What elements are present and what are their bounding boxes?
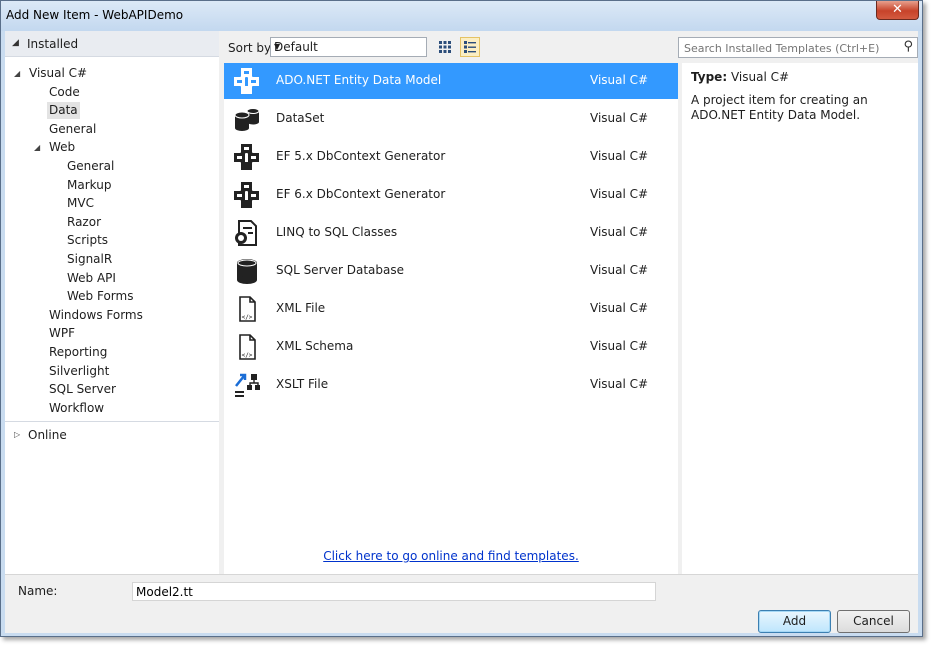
template-name: SQL Server Database <box>276 263 404 277</box>
template-row[interactable]: </> XML File Visual C# <box>224 291 678 327</box>
dialog-client-area: ◢ Installed ◢ Visual C# Code Data General ◢ We… <box>5 31 918 633</box>
search-input[interactable] <box>682 39 891 58</box>
dbcontext-generator-icon <box>233 181 261 209</box>
expand-arrow-icon[interactable]: ◢ <box>14 69 20 78</box>
template-row[interactable]: XSLT File Visual C# <box>224 367 678 403</box>
template-name: EF 5.x DbContext Generator <box>276 149 446 163</box>
template-row[interactable]: EF 5.x DbContext Generator Visual C# <box>224 139 678 175</box>
template-toolbar: Sort by: Default ▼ Search Installed Temp… <box>224 31 918 63</box>
tree-item[interactable]: Reporting <box>47 344 109 361</box>
tree-item[interactable]: MVC <box>65 195 96 212</box>
template-row[interactable]: ADO.NET Entity Data Model Visual C# <box>224 63 678 99</box>
expand-arrow-icon: ▷ <box>14 430 21 439</box>
add-button[interactable]: Add <box>758 610 831 633</box>
template-row[interactable]: DataSet Visual C# <box>224 101 678 137</box>
online-label: Online <box>28 428 67 442</box>
database-icon <box>233 257 261 285</box>
tree-item[interactable]: SQL Server <box>47 381 118 398</box>
xml-schema-icon: </> <box>233 333 261 361</box>
small-icons-view-button[interactable] <box>435 37 455 57</box>
tree-item[interactable]: General <box>65 158 116 175</box>
sort-label: Sort by: <box>228 41 275 55</box>
tree-item[interactable]: Data <box>47 102 80 120</box>
template-list: ADO.NET Entity Data Model Visual C# DataS… <box>224 63 678 574</box>
template-type: Type: Visual C# <box>691 70 789 84</box>
template-row[interactable]: LINQ to SQL Classes Visual C# <box>224 215 678 251</box>
add-new-item-dialog: Add New Item - WebAPIDemo ✕ ◢ Installed … <box>0 0 923 637</box>
chevron-down-icon: ▼ <box>274 42 281 51</box>
cancel-button[interactable]: Cancel <box>837 610 910 633</box>
template-language: Visual C# <box>590 111 649 125</box>
template-language: Visual C# <box>590 225 649 239</box>
template-name: XML Schema <box>276 339 354 353</box>
template-language: Visual C# <box>590 263 649 277</box>
template-name: LINQ to SQL Classes <box>276 225 398 239</box>
template-language: Visual C# <box>590 73 649 87</box>
online-header[interactable]: ▷ Online <box>5 421 219 448</box>
template-details-pane: Type: Visual C# A project item for creat… <box>682 63 918 574</box>
bottom-bar: Name: Add Cancel <box>5 574 918 633</box>
tree-item[interactable]: Workflow <box>47 400 106 417</box>
expand-arrow-icon[interactable]: ◢ <box>34 143 40 152</box>
template-name: ADO.NET Entity Data Model <box>276 73 442 87</box>
tree-item[interactable]: Web <box>47 139 77 156</box>
title-bar: Add New Item - WebAPIDemo ✕ <box>1 1 922 31</box>
tree-item[interactable]: WPF <box>47 325 77 342</box>
window-title: Add New Item - WebAPIDemo <box>6 8 184 22</box>
template-row[interactable]: EF 6.x DbContext Generator Visual C# <box>224 177 678 213</box>
template-language: Visual C# <box>590 339 649 353</box>
svg-text:</>: </> <box>242 314 253 321</box>
list-view-button[interactable] <box>460 37 480 57</box>
tree-item[interactable]: Visual C# <box>27 65 89 82</box>
tree-item[interactable]: General <box>47 121 98 138</box>
template-name: DataSet <box>276 111 325 125</box>
template-language: Visual C# <box>590 187 649 201</box>
type-value: Visual C# <box>730 70 790 84</box>
tree-item[interactable]: Web Forms <box>65 288 135 305</box>
tree-item[interactable]: Code <box>47 84 82 101</box>
xslt-file-icon <box>233 371 261 399</box>
name-label: Name: <box>18 584 58 598</box>
template-language: Visual C# <box>590 301 649 315</box>
template-search-box[interactable]: ⚲ <box>678 37 918 58</box>
find-templates-online-link[interactable]: Click here to go online and find templat… <box>224 549 678 563</box>
dbcontext-generator-icon <box>233 143 261 171</box>
close-button[interactable]: ✕ <box>876 1 919 20</box>
entity-model-icon <box>233 67 261 95</box>
tree-item[interactable]: Markup <box>65 177 113 194</box>
sort-dropdown[interactable]: Default ▼ <box>270 37 427 57</box>
tree-item[interactable]: Silverlight <box>47 363 111 380</box>
dataset-icon <box>233 105 261 133</box>
linq-to-sql-icon <box>233 219 261 247</box>
template-row[interactable]: </> XML Schema Visual C# <box>224 329 678 365</box>
xml-file-icon: </> <box>233 295 261 323</box>
collapse-arrow-icon: ◢ <box>12 38 19 48</box>
type-label: Type: <box>691 70 728 84</box>
tree-item[interactable]: Web API <box>65 270 118 287</box>
template-name: XML File <box>276 301 326 315</box>
template-language: Visual C# <box>590 149 649 163</box>
template-description: A project item for creating an ADO.NET E… <box>691 93 868 122</box>
installed-header[interactable]: ◢ Installed <box>5 31 219 57</box>
search-icon[interactable]: ⚲ <box>903 39 913 54</box>
template-name: EF 6.x DbContext Generator <box>276 187 446 201</box>
name-input[interactable] <box>132 582 656 601</box>
tree-item[interactable]: Scripts <box>65 232 110 249</box>
list-view-icon <box>464 41 476 53</box>
installed-label: Installed <box>27 37 79 51</box>
template-language: Visual C# <box>590 377 649 391</box>
tree-item[interactable]: SignalR <box>65 251 114 268</box>
category-pane: ◢ Installed ◢ Visual C# Code Data General ◢ We… <box>5 31 219 574</box>
tree-item[interactable]: Razor <box>65 214 103 231</box>
tree-item[interactable]: Windows Forms <box>47 307 145 324</box>
svg-text:</>: </> <box>242 352 253 359</box>
grid-view-icon <box>439 41 451 53</box>
template-name: XSLT File <box>276 377 329 391</box>
template-row[interactable]: SQL Server Database Visual C# <box>224 253 678 289</box>
